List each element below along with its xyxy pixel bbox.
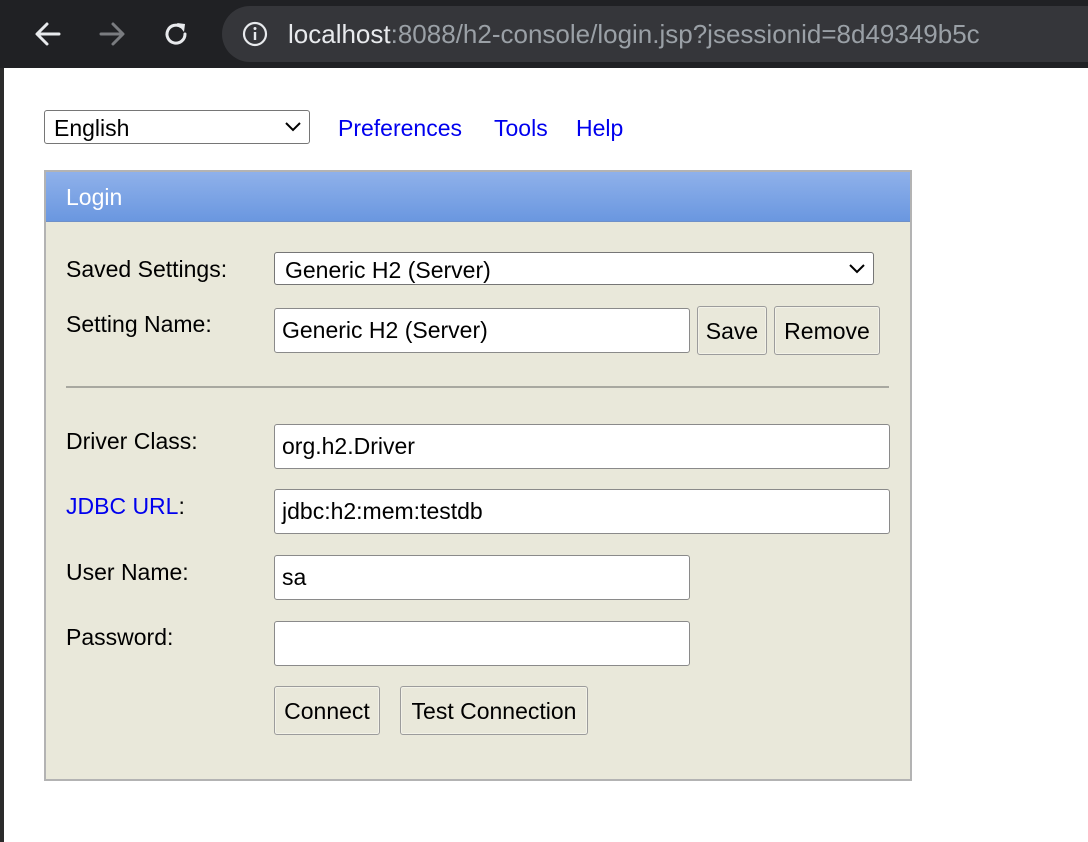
jdbc-url-value: jdbc:h2:mem:testdb — [282, 498, 483, 524]
user-name-label: User Name: — [66, 559, 189, 585]
driver-class-label: Driver Class: — [66, 428, 198, 454]
info-icon[interactable] — [242, 21, 268, 47]
driver-class-input[interactable]: org.h2.Driver — [274, 424, 890, 469]
setting-name-input[interactable]: Generic H2 (Server) — [274, 308, 690, 353]
remove-button[interactable]: Remove — [774, 306, 880, 355]
window-edge — [0, 68, 4, 842]
address-bar[interactable]: localhost:8088/h2-console/login.jsp?jses… — [222, 6, 1088, 62]
setting-name-value: Generic H2 (Server) — [282, 317, 488, 343]
reload-button[interactable] — [156, 14, 196, 54]
divider — [66, 386, 889, 388]
password-input[interactable] — [274, 621, 690, 666]
user-name-value: sa — [282, 564, 307, 590]
arrow-right-icon — [99, 22, 125, 46]
setting-name-label: Setting Name: — [66, 311, 212, 337]
save-button-label: Save — [705, 318, 759, 344]
user-name-input[interactable]: sa — [274, 555, 690, 600]
test-connection-button-label: Test Connection — [411, 698, 577, 724]
jdbc-url-label: JDBC URL: — [66, 492, 185, 520]
back-button[interactable] — [28, 14, 68, 54]
login-title: Login — [66, 184, 123, 210]
chevron-down-icon — [285, 122, 301, 132]
help-link[interactable]: Help — [576, 114, 623, 142]
password-label: Password: — [66, 624, 174, 650]
preferences-link[interactable]: Preferences — [338, 114, 462, 142]
language-select-value: English — [54, 115, 130, 141]
test-connection-button[interactable]: Test Connection — [400, 686, 588, 735]
saved-settings-label: Saved Settings: — [66, 256, 228, 282]
arrow-left-icon — [35, 22, 61, 46]
forward-button[interactable] — [92, 14, 132, 54]
remove-button-label: Remove — [784, 318, 870, 344]
jdbc-url-link[interactable]: JDBC URL — [66, 493, 178, 519]
save-button[interactable]: Save — [697, 306, 767, 355]
driver-class-value: org.h2.Driver — [282, 433, 415, 459]
url-host: localhost — [288, 19, 391, 49]
url-path: :8088/h2-console/login.jsp?jsessionid=8d… — [390, 19, 980, 49]
login-header: Login — [46, 172, 910, 222]
url-text[interactable]: localhost:8088/h2-console/login.jsp?jses… — [288, 19, 980, 49]
saved-settings-select[interactable]: Generic H2 (Server) — [274, 252, 874, 285]
language-select[interactable]: English — [44, 110, 310, 144]
jdbc-url-input[interactable]: jdbc:h2:mem:testdb — [274, 489, 890, 534]
reload-icon — [165, 23, 187, 45]
browser-toolbar: localhost:8088/h2-console/login.jsp?jses… — [0, 0, 1088, 68]
connect-button-label: Connect — [284, 698, 370, 724]
saved-settings-value: Generic H2 (Server) — [285, 257, 491, 283]
jdbc-url-colon: : — [178, 493, 185, 519]
tools-link[interactable]: Tools — [494, 114, 548, 142]
chevron-down-icon — [849, 264, 865, 274]
connect-button[interactable]: Connect — [274, 686, 380, 735]
